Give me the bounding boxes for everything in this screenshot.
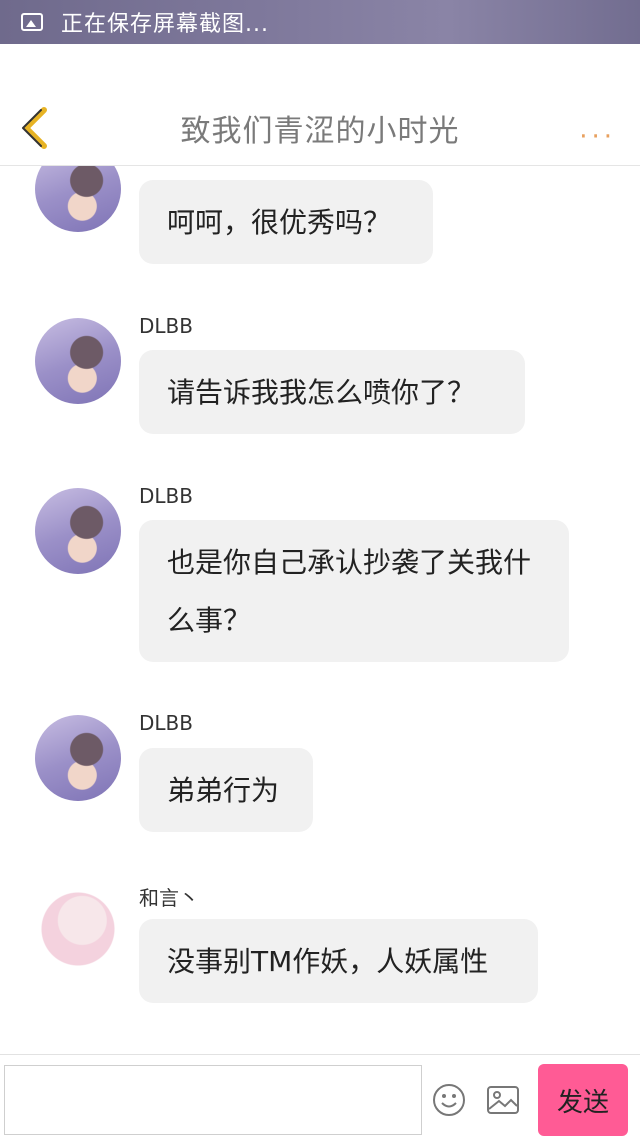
sender-name: 和言丶 [139,886,199,910]
input-bar: 发送 [0,1054,640,1139]
status-text: 正在保存屏幕截图... [61,12,269,37]
sender-name: DLBB [139,711,193,735]
sender-name: DLBB [139,484,193,508]
message-bubble: 也是你自己承认抄袭了关我什么事？ [139,520,569,662]
status-bar: 正在保存屏幕截图... [0,0,640,44]
more-icon[interactable]: ··· [579,122,616,152]
message-bubble: 没事别TM作妖，人妖属性 [139,919,538,1003]
avatar[interactable] [35,166,121,232]
message-bubble: 请告诉我我怎么喷你了？ [139,350,525,434]
avatar[interactable] [35,488,121,574]
message-list: 呵呵，很优秀吗？ DLBB 请告诉我我怎么喷你了？ DLBB 也是你自己承认抄袭… [0,166,640,1054]
avatar[interactable] [35,318,121,404]
avatar[interactable] [35,886,121,972]
message-bubble: 弟弟行为 [139,748,313,832]
chat-header: 致我们青涩的小时光 ··· [0,44,640,166]
message-input[interactable] [4,1065,422,1135]
send-button[interactable]: 发送 [538,1064,628,1136]
emoji-icon[interactable] [432,1083,466,1117]
image-icon [21,13,43,31]
message-bubble: 呵呵，很优秀吗？ [139,180,433,264]
avatar[interactable] [35,715,121,801]
picture-icon[interactable] [486,1085,520,1115]
page-title: 致我们青涩的小时光 [180,114,460,149]
sender-name: DLBB [139,314,193,338]
